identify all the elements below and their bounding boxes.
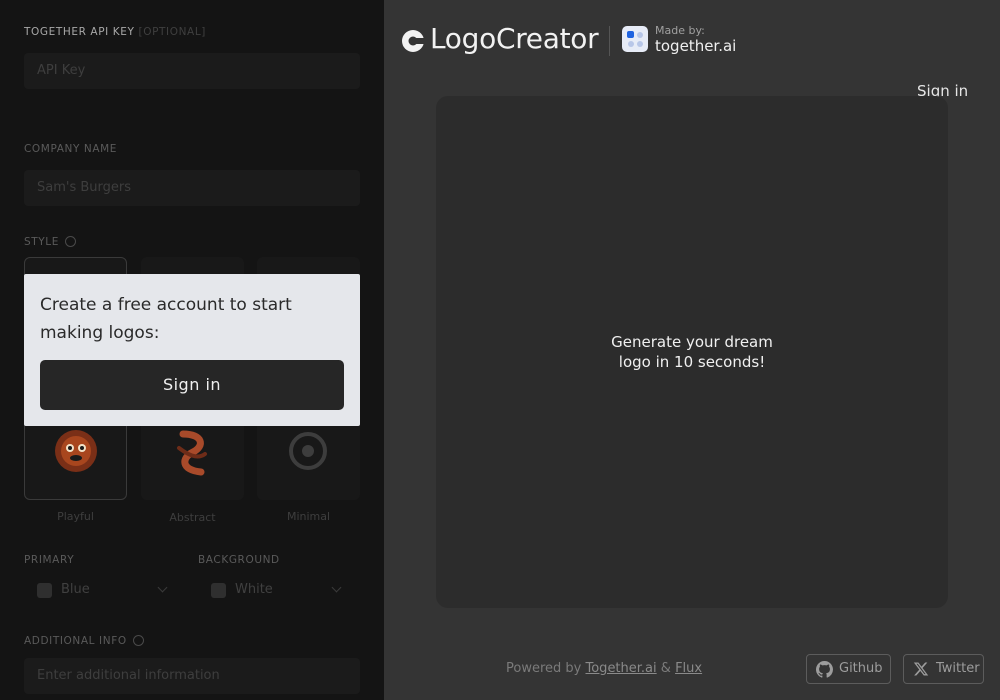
background-swatch bbox=[211, 583, 226, 598]
abstract-snake-icon bbox=[177, 430, 207, 476]
powered-by-text: Powered by Together.ai & Flux bbox=[506, 661, 702, 676]
api-key-input[interactable]: API Key bbox=[24, 53, 360, 89]
background-color-select[interactable]: White bbox=[198, 577, 348, 605]
additional-info-label-text: ADDITIONAL INFO bbox=[24, 635, 127, 647]
together-wordmark[interactable]: together.ai bbox=[655, 37, 736, 55]
playful-lion-icon bbox=[55, 430, 97, 472]
chevron-down-icon bbox=[331, 582, 342, 593]
api-key-label: TOGETHER API KEY [OPTIONAL] bbox=[24, 26, 206, 38]
logo-creator-icon bbox=[402, 30, 425, 52]
additional-info-input[interactable]: Enter additional information bbox=[24, 658, 360, 694]
brand-divider bbox=[609, 26, 610, 56]
style-label-text: STYLE bbox=[24, 236, 59, 248]
github-label: Github bbox=[839, 661, 883, 676]
github-icon bbox=[816, 661, 833, 678]
canvas-placeholder-text: Generate your dream logo in 10 seconds! bbox=[611, 333, 773, 371]
primary-color-label: PRIMARY bbox=[24, 554, 75, 566]
together-ai-link[interactable]: Together.ai bbox=[586, 661, 657, 676]
primary-swatch bbox=[37, 583, 52, 598]
optional-tag: [OPTIONAL] bbox=[138, 26, 206, 38]
settings-sidebar: TOGETHER API KEY [OPTIONAL] API Key COMPA… bbox=[0, 0, 384, 700]
info-icon[interactable] bbox=[132, 634, 144, 646]
primary-color-select[interactable]: Blue bbox=[24, 577, 174, 605]
together-logo-icon bbox=[622, 26, 648, 52]
flux-link[interactable]: Flux bbox=[675, 661, 702, 676]
background-color-value: White bbox=[235, 582, 273, 597]
api-key-placeholder: API Key bbox=[37, 63, 86, 78]
style-name-abstract: Abstract bbox=[169, 511, 216, 524]
api-key-label-text: TOGETHER API KEY bbox=[24, 26, 135, 38]
twitter-label: Twitter bbox=[936, 661, 980, 676]
company-name-value: Sam's Burgers bbox=[37, 180, 132, 195]
additional-info-label: ADDITIONAL INFO bbox=[24, 634, 144, 647]
x-twitter-icon bbox=[913, 662, 929, 676]
chevron-down-icon bbox=[157, 582, 168, 593]
modal-sign-in-button[interactable]: Sign in bbox=[40, 360, 344, 410]
additional-info-placeholder: Enter additional information bbox=[37, 668, 220, 683]
style-label: STYLE bbox=[24, 235, 76, 248]
info-icon[interactable] bbox=[64, 235, 76, 247]
style-name-playful: Playful bbox=[57, 510, 94, 523]
ampersand: & bbox=[660, 661, 671, 676]
company-name-input[interactable]: Sam's Burgers bbox=[24, 170, 360, 206]
background-color-label: BACKGROUND bbox=[198, 554, 280, 566]
powered-by-prefix: Powered by bbox=[506, 661, 582, 676]
minimal-circle-icon bbox=[289, 432, 327, 470]
brand-name[interactable]: LogoCreator bbox=[430, 22, 599, 55]
company-name-label: COMPANY NAME bbox=[24, 143, 118, 155]
modal-message: Create a free account to start making lo… bbox=[40, 295, 292, 343]
logo-preview-canvas: Generate your dream logo in 10 seconds! bbox=[436, 96, 948, 608]
style-name-minimal: Minimal bbox=[286, 510, 331, 523]
made-by-label: Made by: bbox=[655, 24, 705, 37]
twitter-button[interactable]: Twitter bbox=[903, 654, 984, 684]
signup-modal: Create a free account to start making lo… bbox=[24, 274, 360, 426]
primary-color-value: Blue bbox=[61, 582, 90, 597]
github-button[interactable]: Github bbox=[806, 654, 891, 684]
